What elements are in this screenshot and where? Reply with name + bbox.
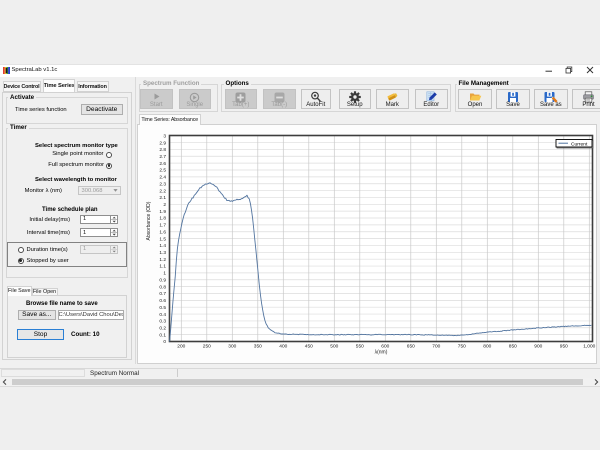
svg-text:2.3: 2.3 [159, 181, 166, 187]
svg-text:1.3: 1.3 [159, 250, 166, 256]
svg-text:1: 1 [163, 271, 166, 277]
svg-text:0.1: 0.1 [159, 332, 166, 338]
svg-text:0.3: 0.3 [159, 319, 166, 325]
svg-text:2: 2 [163, 202, 166, 208]
svg-text:2.7: 2.7 [159, 154, 166, 160]
svg-text:500: 500 [330, 344, 338, 350]
svg-text:1.6: 1.6 [159, 229, 166, 235]
svg-text:900: 900 [534, 344, 542, 350]
svg-text:200: 200 [177, 344, 185, 350]
svg-text:750: 750 [458, 344, 466, 350]
svg-text:2.6: 2.6 [159, 161, 166, 167]
svg-text:0.9: 0.9 [159, 277, 166, 283]
svg-text:2.5: 2.5 [159, 168, 166, 174]
svg-text:800: 800 [483, 344, 491, 350]
svg-text:1.1: 1.1 [159, 264, 166, 270]
svg-text:700: 700 [432, 344, 440, 350]
svg-text:400: 400 [279, 344, 287, 350]
svg-text:850: 850 [509, 344, 517, 350]
svg-text:0.7: 0.7 [159, 291, 166, 297]
svg-text:0.5: 0.5 [159, 305, 166, 311]
svg-text:0.2: 0.2 [159, 325, 166, 331]
svg-text:2.1: 2.1 [159, 195, 166, 201]
svg-text:0.8: 0.8 [159, 284, 166, 290]
svg-text:450: 450 [305, 344, 313, 350]
svg-text:3: 3 [163, 133, 166, 139]
svg-text:1.2: 1.2 [159, 257, 166, 263]
svg-text:1.7: 1.7 [159, 223, 166, 229]
svg-text:0: 0 [163, 339, 166, 345]
svg-text:2.9: 2.9 [159, 140, 166, 146]
svg-text:0.6: 0.6 [159, 298, 166, 304]
svg-text:Current: Current [571, 141, 588, 147]
svg-text:950: 950 [560, 344, 568, 350]
svg-text:1.5: 1.5 [159, 236, 166, 242]
svg-text:300: 300 [228, 344, 236, 350]
svg-text:350: 350 [254, 344, 262, 350]
svg-text:λ(nm): λ(nm) [375, 350, 388, 356]
svg-text:0.4: 0.4 [159, 312, 166, 318]
svg-text:1.8: 1.8 [159, 216, 166, 222]
svg-text:2.4: 2.4 [159, 175, 166, 181]
svg-text:2.8: 2.8 [159, 147, 166, 153]
svg-text:650: 650 [407, 344, 415, 350]
svg-text:1,000: 1,000 [583, 344, 595, 350]
svg-text:1.4: 1.4 [159, 243, 166, 249]
svg-text:250: 250 [203, 344, 211, 350]
svg-text:550: 550 [356, 344, 364, 350]
svg-text:1.9: 1.9 [159, 209, 166, 215]
svg-text:2.2: 2.2 [159, 188, 166, 194]
svg-text:Absorbance (OD): Absorbance (OD) [146, 201, 152, 240]
